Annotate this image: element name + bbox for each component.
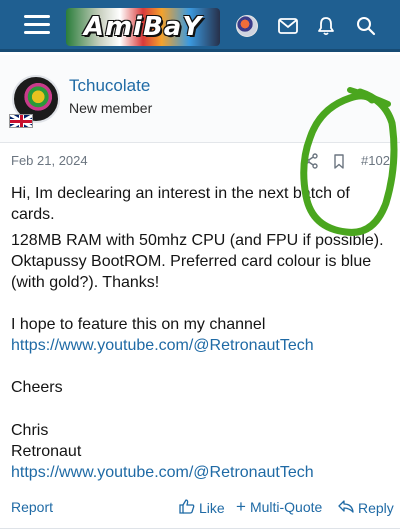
divider [0, 528, 400, 529]
author-user-title: New member [69, 100, 153, 116]
report-label: Report [11, 499, 54, 515]
body-line: I hope to feature this on my channel [11, 316, 266, 333]
body-line: cards. [11, 206, 55, 223]
like-button[interactable]: Like [179, 499, 225, 517]
body-line: Oktapussy BootROM. Preferred card colour… [11, 253, 372, 270]
report-button[interactable]: Report [11, 499, 53, 515]
multi-quote-button[interactable]: + Multi-Quote [236, 497, 323, 516]
bookmark-icon[interactable] [330, 152, 348, 170]
hamburger-menu-icon[interactable] [24, 14, 50, 36]
top-navbar: AmiBaY [0, 0, 400, 52]
post-date[interactable]: Feb 21, 2024 [11, 153, 88, 168]
multi-quote-label: Multi-Quote [249, 499, 323, 515]
body-line: (with gold?). Thanks! [11, 274, 160, 291]
user-avatar[interactable] [236, 15, 258, 37]
site-logo[interactable]: AmiBaY [66, 8, 220, 46]
bell-icon[interactable] [314, 14, 338, 38]
gb-flag-icon [9, 114, 33, 128]
envelope-icon[interactable] [276, 14, 300, 38]
body-line: Retronaut [11, 443, 82, 460]
reply-label: Reply [358, 499, 394, 516]
like-label: Like [199, 500, 225, 516]
body-line: Chris [11, 422, 49, 439]
logo-text: AmiBaY [83, 12, 203, 42]
post-number[interactable]: #102 [361, 153, 390, 168]
author-username[interactable]: Tchucolate [69, 76, 150, 96]
search-icon[interactable] [354, 14, 378, 38]
reply-button[interactable]: Reply [338, 499, 394, 516]
body-line: Hi, Im declearing an interest in the nex… [11, 185, 350, 202]
plus-icon: + [236, 497, 246, 516]
post-author-panel [0, 55, 400, 143]
thumbs-up-icon [179, 499, 195, 517]
share-icon[interactable] [302, 152, 320, 170]
body-line: Cheers [11, 379, 63, 396]
youtube-link[interactable]: https://www.youtube.com/@RetronautTech [11, 462, 314, 483]
youtube-link[interactable]: https://www.youtube.com/@RetronautTech [11, 335, 314, 356]
reply-icon [338, 499, 354, 516]
body-line: 128MB RAM with 50mhz CPU (and FPU if pos… [11, 232, 384, 249]
